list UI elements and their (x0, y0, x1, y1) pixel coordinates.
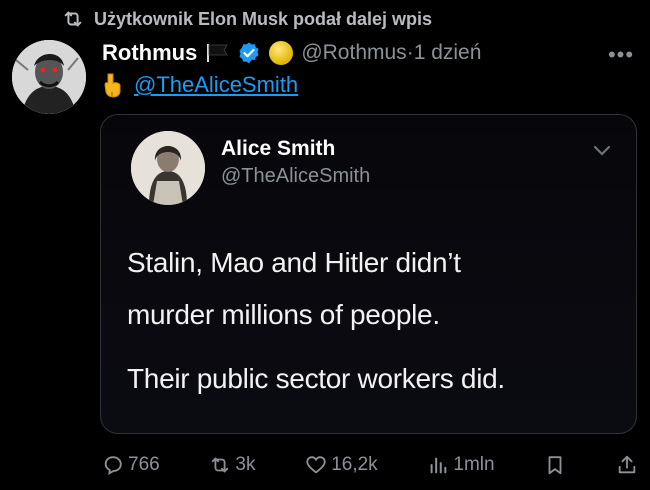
analytics-icon (430, 457, 447, 474)
verified-badge-icon[interactable] (237, 41, 261, 65)
retweet-icon (64, 11, 82, 27)
bookmark-button[interactable] (544, 454, 566, 476)
bookmark-icon (548, 456, 562, 475)
author-avatar[interactable] (12, 40, 86, 114)
retweet-context[interactable]: Użytkownik Elon Musk podał dalej wpis (62, 6, 432, 32)
like-button[interactable]: 16,2k (305, 454, 378, 476)
like-count: 16,2k (331, 454, 378, 475)
repost-count: 3k (235, 454, 256, 475)
quoted-author-handle[interactable]: @TheAliceSmith (221, 165, 370, 188)
share-button[interactable] (616, 454, 638, 476)
retweet-context-label: Użytkownik Elon Musk podał dalej wpis (94, 8, 433, 29)
action-bar: 766 3k 16,2k 1mln (102, 448, 638, 482)
mention-link[interactable]: @TheAliceSmith (134, 72, 298, 98)
tweet-body: @TheAliceSmith (102, 70, 298, 100)
quoted-text-line-2: murder millions of people. (127, 299, 440, 330)
view-count: 1mln (453, 454, 495, 475)
separator-dot: · (406, 41, 414, 64)
quoted-author-name[interactable]: Alice Smith (221, 137, 335, 161)
black-flag-icon (207, 44, 229, 62)
reply-count: 766 (128, 454, 160, 475)
quoted-text-line-1: Stalin, Mao and Hitler didn’t (127, 247, 461, 278)
quoted-text-line-3: Their public sector workers did. (127, 363, 505, 394)
quoted-tweet-card[interactable]: Alice Smith @TheAliceSmith Stalin, Mao a… (100, 114, 637, 434)
more-options-button[interactable]: ••• (604, 42, 638, 67)
reply-icon (104, 456, 122, 475)
chevron-down-icon[interactable] (591, 143, 613, 159)
author-name[interactable]: Rothmus (102, 40, 197, 66)
author-handle-time[interactable]: @Rothmus·1 dzień (301, 41, 481, 65)
tweet-time: 1 dzień (413, 41, 482, 64)
author-handle: @Rothmus (301, 41, 407, 64)
quoted-author-avatar[interactable] (131, 131, 205, 205)
tweet-header: Rothmus @Rothmus·1 dzień (102, 38, 481, 68)
repost-button[interactable]: 3k (209, 454, 255, 476)
reply-button[interactable]: 766 (102, 454, 160, 476)
pointing-down-hand-icon (104, 73, 121, 98)
views-button[interactable]: 1mln (427, 454, 495, 476)
retweet-icon (212, 457, 229, 473)
coin-emoji-icon (269, 41, 294, 65)
heart-icon (306, 456, 326, 474)
share-icon (618, 455, 636, 474)
